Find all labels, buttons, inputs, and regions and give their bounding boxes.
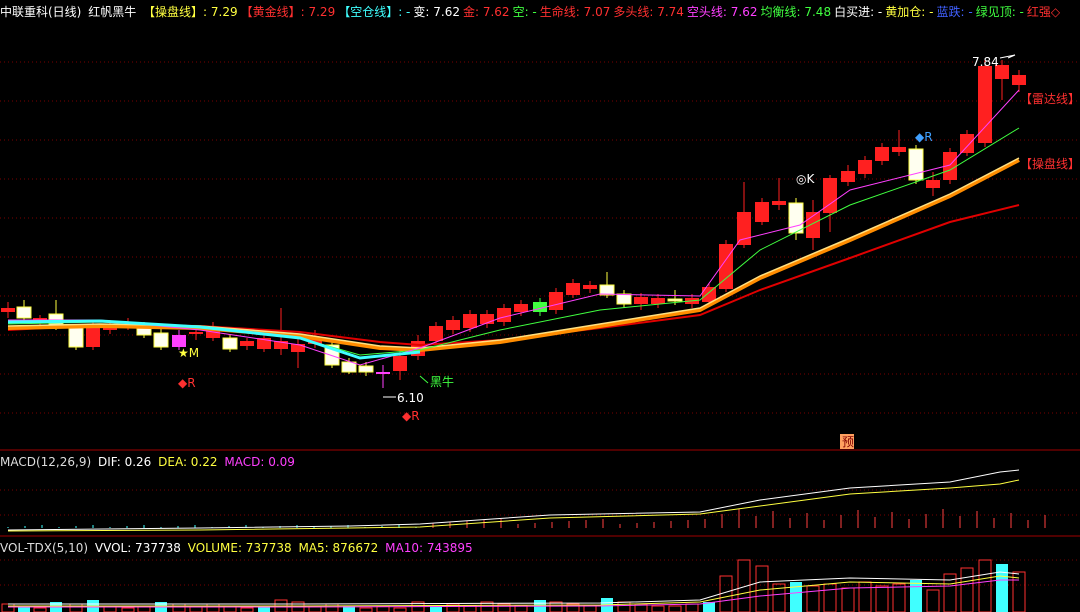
- op-line: [7, 158, 1020, 353]
- volume-bar: [996, 564, 1008, 612]
- ok-marker: ◎K: [796, 172, 815, 186]
- candle-body: [841, 171, 855, 182]
- candle-body: [926, 180, 940, 188]
- candle-body: [755, 202, 769, 222]
- candle-body: [1, 308, 15, 312]
- candle-body: [463, 314, 477, 328]
- volume-bar: [685, 603, 699, 612]
- ma5-value: MA5: 876672: [298, 541, 379, 555]
- candle-body: [667, 298, 683, 302]
- volume-bar: [892, 583, 906, 612]
- r-marker: ◆R: [178, 376, 196, 390]
- radar-line-label: 【雷达线】: [1020, 92, 1080, 106]
- candle-body: [892, 147, 906, 152]
- volume-bar: [875, 585, 889, 612]
- candle-body: [1012, 75, 1026, 85]
- macd-header: MACD(12,26,9) DIF: 0.26 DEA: 0.22 MACD: …: [0, 452, 1080, 472]
- dea-value: DEA: 0.22: [158, 455, 218, 469]
- candle-body: [393, 356, 407, 371]
- candle-body: [583, 285, 597, 289]
- candle-body: [103, 328, 117, 330]
- volume-bar: [240, 607, 254, 612]
- candle-body: [599, 284, 615, 296]
- candle-body: [908, 148, 924, 181]
- candle-body: [68, 326, 84, 348]
- volume-value: VOLUME: 737738: [187, 541, 292, 555]
- volume-bar: [393, 607, 407, 612]
- candle-body: [429, 326, 443, 341]
- candle-body: [772, 201, 786, 205]
- candle-body: [446, 320, 460, 330]
- volume-bar: [583, 605, 597, 612]
- candle-body: [497, 308, 511, 322]
- candle-body: [566, 283, 580, 295]
- candle-body: [978, 66, 992, 143]
- dif-value: DIF: 0.26: [97, 455, 152, 469]
- candle-body: [858, 160, 872, 174]
- volume-bar: [33, 607, 47, 612]
- r-marker: ◆R: [915, 130, 933, 144]
- volume-bar: [325, 603, 339, 612]
- volume-bar: [651, 605, 665, 612]
- candle-body: [222, 337, 238, 350]
- volume-bar: [359, 607, 373, 612]
- candle-body: [549, 292, 563, 310]
- volume-bar: [69, 603, 83, 612]
- candle-body: [788, 202, 804, 234]
- black-bull-label: 黑牛: [430, 374, 454, 389]
- volume-bar: [841, 587, 855, 612]
- volume-bar: [514, 605, 528, 612]
- gold-line: [7, 157, 1020, 349]
- r-marker: ◆R: [402, 409, 420, 423]
- volume-bar: [617, 601, 631, 612]
- volume-bar: [668, 605, 682, 612]
- volume-bar: [719, 575, 733, 612]
- candle-body: [376, 372, 390, 374]
- candle-body: [189, 332, 203, 334]
- macd-title[interactable]: MACD(12,26,9): [0, 455, 91, 469]
- volume-bar: [172, 603, 186, 612]
- vol-ma5-line: [8, 575, 1020, 607]
- volume-bar: [1, 603, 15, 612]
- volume-bar: [960, 567, 974, 612]
- vol-header: VOL-TDX(5,10) VVOL: 737738 VOLUME: 73773…: [0, 538, 1080, 558]
- star-m-marker: ★M: [178, 346, 199, 360]
- ma10-value: MA10: 743895: [385, 541, 473, 555]
- macd-value: MACD: 0.09: [224, 455, 295, 469]
- candle-body: [616, 293, 632, 305]
- volume-bar: [926, 589, 940, 612]
- candle-body: [875, 147, 889, 161]
- volume-bar: [978, 559, 992, 612]
- volume-bar: [910, 580, 922, 612]
- candle-body: [634, 297, 648, 304]
- high-price-label: 7.84: [972, 55, 999, 69]
- high-arrow: [999, 54, 1016, 59]
- kline-chart[interactable]: 7.84 6.10 ★M ◆R ◆R ◆R ◎K 黑牛预: [0, 0, 1080, 612]
- candle-body: [240, 341, 254, 346]
- volume-bar: [858, 581, 872, 612]
- candle-body: [341, 361, 357, 373]
- candle-body: [514, 304, 528, 312]
- candle-body: [737, 212, 751, 245]
- dea-line: [7, 479, 1020, 532]
- volume-bar: [823, 583, 837, 612]
- op-line-label: 【操盘线】: [1020, 157, 1080, 171]
- low-price-label: 6.10: [397, 391, 424, 405]
- candle-body: [358, 365, 374, 373]
- volume-bar: [206, 603, 220, 612]
- vvol-value: VVOL: 737738: [94, 541, 181, 555]
- black-bull-arrow: [419, 375, 429, 384]
- volume-bar: [806, 585, 820, 612]
- vol-title[interactable]: VOL-TDX(5,10): [0, 541, 88, 555]
- volume-bar: [121, 607, 135, 612]
- candle-body: [960, 134, 974, 153]
- yu-badge: 预: [842, 435, 854, 449]
- candle-body: [86, 327, 100, 347]
- candle-body: [651, 298, 665, 304]
- candle-body: [153, 332, 169, 348]
- candle-body: [16, 306, 32, 319]
